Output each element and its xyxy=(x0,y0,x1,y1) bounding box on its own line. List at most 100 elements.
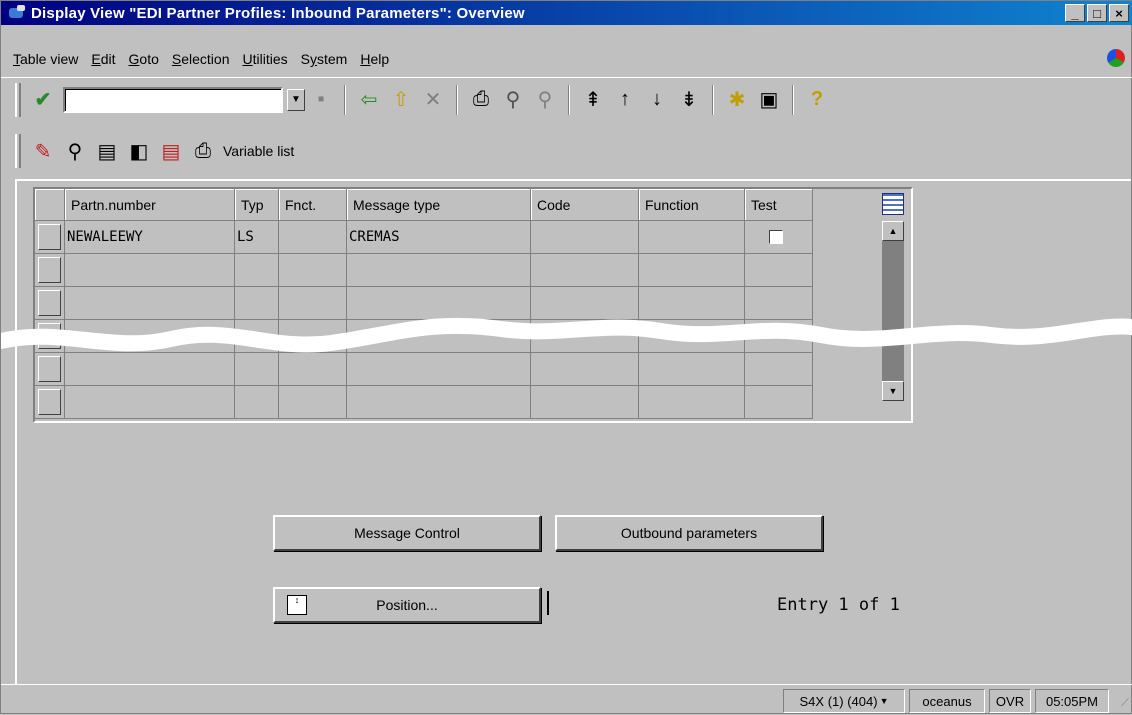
print-icon[interactable]: ⎙ xyxy=(467,86,495,114)
cell-function[interactable] xyxy=(279,386,347,419)
row-selector[interactable] xyxy=(35,386,65,419)
table-row[interactable] xyxy=(35,353,813,386)
row-select-button[interactable] xyxy=(38,323,61,349)
details-icon[interactable]: ⚲ xyxy=(61,137,89,165)
cell-type[interactable] xyxy=(235,353,279,386)
cell-code[interactable] xyxy=(531,320,639,353)
cell-msg-function[interactable] xyxy=(639,221,745,254)
cell-type[interactable] xyxy=(235,320,279,353)
column-header-code[interactable]: Code xyxy=(531,189,639,221)
maximize-button[interactable]: □ xyxy=(1087,4,1107,22)
chevron-down-icon[interactable]: ▼ xyxy=(880,696,889,706)
column-header-test[interactable]: Test xyxy=(745,189,813,221)
find-next-icon[interactable]: ⚲ xyxy=(531,86,559,114)
cell-code[interactable] xyxy=(531,386,639,419)
cell-type[interactable] xyxy=(235,287,279,320)
display-change-icon[interactable]: ✎ xyxy=(29,137,57,165)
deselect-all-icon[interactable]: ▤ xyxy=(157,137,185,165)
menu-item-system[interactable]: System xyxy=(301,51,348,67)
find-icon[interactable]: ⚲ xyxy=(499,86,527,114)
table-row[interactable] xyxy=(35,386,813,419)
cell-message-type[interactable]: CREMAS xyxy=(347,221,531,254)
column-header-partner[interactable]: Partn.number xyxy=(65,189,235,221)
close-button[interactable]: × xyxy=(1109,4,1129,22)
menu-item-selection[interactable]: Selection xyxy=(172,51,230,67)
menu-item-edit[interactable]: Edit xyxy=(91,51,115,67)
save-icon[interactable]: ▪ xyxy=(307,86,335,114)
cell-msg-function[interactable] xyxy=(639,254,745,287)
cell-type[interactable] xyxy=(235,386,279,419)
column-header-message-type[interactable]: Message type xyxy=(347,189,531,221)
cell-code[interactable] xyxy=(531,353,639,386)
cell-code[interactable] xyxy=(531,287,639,320)
message-control-button[interactable]: Message Control xyxy=(273,515,541,551)
scrollbar-track[interactable] xyxy=(882,241,904,381)
cell-code[interactable] xyxy=(531,254,639,287)
row-selector[interactable] xyxy=(35,320,65,353)
position-button[interactable]: ↕ Position... xyxy=(273,587,541,623)
enter-icon[interactable]: ✔ xyxy=(29,86,57,114)
table-row[interactable] xyxy=(35,254,813,287)
table-scrollbar[interactable]: ▲ ▼ xyxy=(879,189,907,421)
cell-partner[interactable] xyxy=(65,254,235,287)
cell-message-type[interactable] xyxy=(347,386,531,419)
scroll-up-button[interactable]: ▲ xyxy=(882,221,904,241)
print-icon[interactable]: ⎙ xyxy=(189,137,217,165)
column-header-type[interactable]: Typ xyxy=(235,189,279,221)
cell-function[interactable] xyxy=(279,320,347,353)
cell-code[interactable] xyxy=(531,221,639,254)
select-all-icon[interactable]: ▤ xyxy=(93,137,121,165)
last-page-icon[interactable]: ⇟ xyxy=(675,86,703,114)
table-row[interactable] xyxy=(35,287,813,320)
help-icon[interactable]: ? xyxy=(803,86,831,114)
cell-msg-function[interactable] xyxy=(639,353,745,386)
column-header-msg-function[interactable]: Function xyxy=(639,189,745,221)
column-header-function[interactable]: Fnct. xyxy=(279,189,347,221)
back-icon[interactable]: ⇦ xyxy=(355,86,383,114)
row-select-button[interactable] xyxy=(38,356,61,382)
scroll-down-button[interactable]: ▼ xyxy=(882,381,904,401)
variable-list-button[interactable]: Variable list xyxy=(223,143,294,159)
row-select-button[interactable] xyxy=(38,290,61,316)
outbound-parameters-button[interactable]: Outbound parameters xyxy=(555,515,823,551)
exit-icon[interactable]: ⇧ xyxy=(387,86,415,114)
cell-msg-function[interactable] xyxy=(639,386,745,419)
table-row[interactable]: NEWALEEWY LS CREMAS xyxy=(35,221,813,254)
resize-grip-icon[interactable]: ⟋ xyxy=(1121,697,1129,710)
minimize-button[interactable]: _ xyxy=(1065,4,1085,22)
cell-function[interactable] xyxy=(279,254,347,287)
row-select-button[interactable] xyxy=(38,224,61,250)
cell-function[interactable] xyxy=(279,353,347,386)
cell-partner[interactable] xyxy=(65,386,235,419)
menu-item-help[interactable]: Help xyxy=(360,51,389,67)
table-row[interactable] xyxy=(35,320,813,353)
table-settings-icon[interactable] xyxy=(882,193,904,215)
row-selector[interactable] xyxy=(35,254,65,287)
previous-page-icon[interactable]: ↑ xyxy=(611,86,639,114)
create-session-icon[interactable]: ✱ xyxy=(723,86,751,114)
shortcut-icon[interactable]: ▣ xyxy=(755,86,783,114)
cell-partner[interactable]: NEWALEEWY xyxy=(65,221,235,254)
cell-function[interactable] xyxy=(279,287,347,320)
cell-function[interactable] xyxy=(279,221,347,254)
cell-message-type[interactable] xyxy=(347,353,531,386)
row-selector[interactable] xyxy=(35,353,65,386)
command-dropdown-button[interactable]: ▼ xyxy=(287,88,305,111)
cell-partner[interactable] xyxy=(65,353,235,386)
cell-msg-function[interactable] xyxy=(639,320,745,353)
menu-item-utilities[interactable]: Utilities xyxy=(242,51,287,67)
test-checkbox[interactable] xyxy=(769,230,783,244)
cell-type[interactable]: LS xyxy=(235,221,279,254)
cell-partner[interactable] xyxy=(65,320,235,353)
select-all-rows[interactable] xyxy=(35,189,65,221)
row-select-button[interactable] xyxy=(38,389,61,415)
menu-item-table-view[interactable]: Table view xyxy=(13,51,78,67)
cell-partner[interactable] xyxy=(65,287,235,320)
row-selector[interactable] xyxy=(35,287,65,320)
row-selector[interactable] xyxy=(35,221,65,254)
next-page-icon[interactable]: ↓ xyxy=(643,86,671,114)
cancel-icon[interactable]: ✕ xyxy=(419,86,447,114)
cell-message-type[interactable] xyxy=(347,254,531,287)
cell-message-type[interactable] xyxy=(347,287,531,320)
system-info-field[interactable]: S4X (1) (404) ▼ xyxy=(783,689,905,713)
